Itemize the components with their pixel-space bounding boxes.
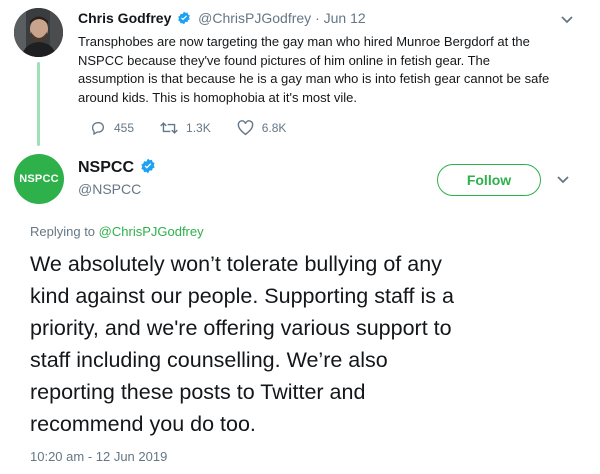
main-tweet-line: kind against our people. Supporting staf… xyxy=(30,284,454,308)
parent-tweet-date[interactable]: Jun 12 xyxy=(324,10,366,26)
retweet-button[interactable]: 1.3K xyxy=(160,120,211,136)
tweet-timestamp[interactable]: 10:20 am - 12 Jun 2019 xyxy=(30,449,167,464)
like-icon xyxy=(237,120,254,136)
parent-author-handle[interactable]: @ChrisPJGodfrey xyxy=(198,10,311,26)
main-tweet-line: We absolutely won’t tolerate bullying of… xyxy=(30,252,442,276)
parent-tweet-text: Transphobes are now targeting the gay ma… xyxy=(78,33,578,107)
main-author-name-row: NSPCC xyxy=(78,158,159,177)
chevron-down-icon[interactable] xyxy=(560,12,574,26)
parent-author-name[interactable]: Chris Godfrey xyxy=(78,10,171,26)
verified-badge-icon xyxy=(177,11,191,25)
parent-tweet-actions: 455 1.3K 6.8K xyxy=(90,120,312,136)
reply-icon xyxy=(91,122,104,136)
main-author-name[interactable]: NSPCC xyxy=(78,159,134,176)
chevron-down-icon[interactable] xyxy=(556,172,570,186)
avatar-chris-godfrey[interactable] xyxy=(14,8,63,57)
thread-connector-line xyxy=(37,62,40,146)
like-count: 6.8K xyxy=(261,121,287,135)
header-separator: · xyxy=(315,10,320,26)
reply-count: 455 xyxy=(114,121,135,135)
retweet-icon xyxy=(160,122,178,134)
parent-tweet-line: NSPCC because they've found pictures of … xyxy=(78,52,490,68)
replying-to-handle-link[interactable]: @ChrisPJGodfrey xyxy=(99,224,204,239)
parent-tweet-header: Chris Godfrey @ChrisPJGodfrey · Jun 12 xyxy=(78,10,366,26)
like-button[interactable]: 6.8K xyxy=(237,120,287,136)
main-tweet-line: recommend you do too. xyxy=(30,412,256,436)
main-author-handle[interactable]: @NSPCC xyxy=(78,181,141,197)
avatar-logo-text: NSPCC xyxy=(19,173,59,185)
parent-tweet-line: assumption is that because he is a gay m… xyxy=(78,71,550,86)
avatar-nspcc[interactable]: NSPCC xyxy=(14,154,64,204)
main-tweet-line: priority, and we're offering various sup… xyxy=(30,316,452,340)
main-tweet-line: staff including counselling. We’re also xyxy=(30,348,388,372)
verified-badge-icon xyxy=(140,158,156,174)
parent-tweet-line: around kids. This is homophobia at it's … xyxy=(78,89,357,105)
parent-tweet-line: Transphobes are now targeting the gay ma… xyxy=(78,34,530,49)
retweet-count: 1.3K xyxy=(186,121,211,135)
main-tweet-line: reporting these posts to Twitter and xyxy=(30,380,366,404)
replying-to-prefix: Replying to xyxy=(30,224,96,239)
replying-to-line: Replying to @ChrisPJGodfrey xyxy=(30,224,204,239)
reply-button[interactable]: 455 xyxy=(90,120,134,136)
follow-button[interactable]: Follow xyxy=(437,164,541,196)
main-tweet-text: We absolutely won’t tolerate bullying of… xyxy=(30,248,590,440)
